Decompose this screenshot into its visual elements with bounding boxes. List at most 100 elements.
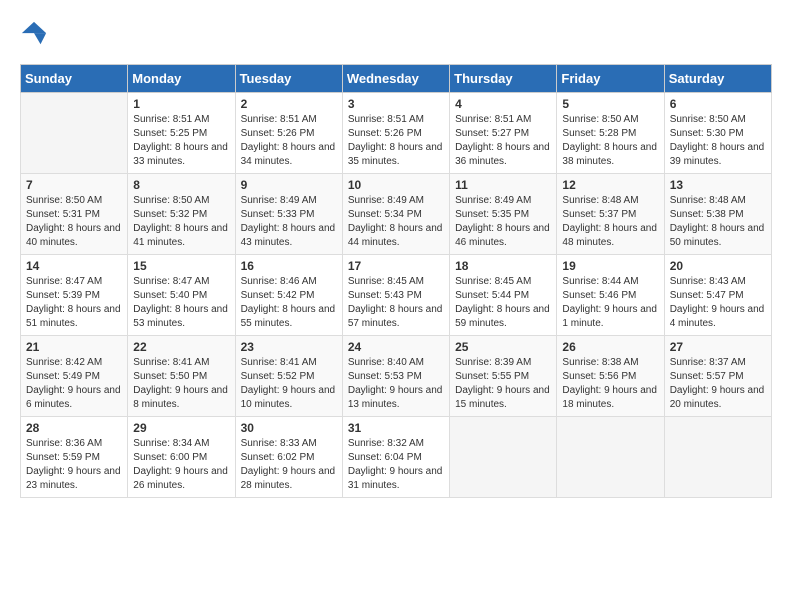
- day-info: Sunrise: 8:36 AM Sunset: 5:59 PM Dayligh…: [26, 437, 122, 493]
- calendar-cell: 17 Sunrise: 8:45 AM Sunset: 5:43 PM Dayl…: [342, 255, 449, 336]
- daylight-text: Daylight: 8 hours and 46 minutes.: [455, 223, 550, 248]
- calendar-cell: 18 Sunrise: 8:45 AM Sunset: 5:44 PM Dayl…: [450, 255, 557, 336]
- calendar-cell: 21 Sunrise: 8:42 AM Sunset: 5:49 PM Dayl…: [21, 336, 128, 417]
- daylight-text: Daylight: 9 hours and 10 minutes.: [241, 385, 336, 410]
- sunrise-text: Sunrise: 8:50 AM: [562, 114, 638, 125]
- calendar-cell: 10 Sunrise: 8:49 AM Sunset: 5:34 PM Dayl…: [342, 174, 449, 255]
- weekday-header-thursday: Thursday: [450, 65, 557, 93]
- daylight-text: Daylight: 8 hours and 57 minutes.: [348, 304, 443, 329]
- calendar-cell: 23 Sunrise: 8:41 AM Sunset: 5:52 PM Dayl…: [235, 336, 342, 417]
- daylight-text: Daylight: 9 hours and 23 minutes.: [26, 466, 121, 491]
- sunrise-text: Sunrise: 8:32 AM: [348, 438, 424, 449]
- sunset-text: Sunset: 5:38 PM: [670, 209, 744, 220]
- daylight-text: Daylight: 8 hours and 35 minutes.: [348, 142, 443, 167]
- calendar-week-row: 7 Sunrise: 8:50 AM Sunset: 5:31 PM Dayli…: [21, 174, 772, 255]
- calendar-cell: 2 Sunrise: 8:51 AM Sunset: 5:26 PM Dayli…: [235, 93, 342, 174]
- sunrise-text: Sunrise: 8:51 AM: [133, 114, 209, 125]
- sunset-text: Sunset: 5:42 PM: [241, 290, 315, 301]
- day-info: Sunrise: 8:32 AM Sunset: 6:04 PM Dayligh…: [348, 437, 444, 493]
- sunrise-text: Sunrise: 8:45 AM: [455, 276, 531, 287]
- calendar-cell: 30 Sunrise: 8:33 AM Sunset: 6:02 PM Dayl…: [235, 417, 342, 498]
- calendar-cell: 31 Sunrise: 8:32 AM Sunset: 6:04 PM Dayl…: [342, 417, 449, 498]
- sunset-text: Sunset: 5:33 PM: [241, 209, 315, 220]
- calendar-cell: 11 Sunrise: 8:49 AM Sunset: 5:35 PM Dayl…: [450, 174, 557, 255]
- sunset-text: Sunset: 5:31 PM: [26, 209, 100, 220]
- day-number: 21: [26, 340, 122, 354]
- daylight-text: Daylight: 8 hours and 38 minutes.: [562, 142, 657, 167]
- day-number: 13: [670, 178, 766, 192]
- day-info: Sunrise: 8:34 AM Sunset: 6:00 PM Dayligh…: [133, 437, 229, 493]
- sunrise-text: Sunrise: 8:33 AM: [241, 438, 317, 449]
- day-number: 24: [348, 340, 444, 354]
- day-number: 22: [133, 340, 229, 354]
- sunrise-text: Sunrise: 8:46 AM: [241, 276, 317, 287]
- sunrise-text: Sunrise: 8:34 AM: [133, 438, 209, 449]
- calendar-cell: 4 Sunrise: 8:51 AM Sunset: 5:27 PM Dayli…: [450, 93, 557, 174]
- calendar-cell: 16 Sunrise: 8:46 AM Sunset: 5:42 PM Dayl…: [235, 255, 342, 336]
- sunrise-text: Sunrise: 8:51 AM: [241, 114, 317, 125]
- sunrise-text: Sunrise: 8:50 AM: [133, 195, 209, 206]
- sunrise-text: Sunrise: 8:40 AM: [348, 357, 424, 368]
- day-number: 14: [26, 259, 122, 273]
- day-number: 9: [241, 178, 337, 192]
- calendar-cell: 9 Sunrise: 8:49 AM Sunset: 5:33 PM Dayli…: [235, 174, 342, 255]
- day-number: 11: [455, 178, 551, 192]
- day-info: Sunrise: 8:45 AM Sunset: 5:43 PM Dayligh…: [348, 275, 444, 331]
- logo-icon: [20, 20, 48, 48]
- calendar-cell: 24 Sunrise: 8:40 AM Sunset: 5:53 PM Dayl…: [342, 336, 449, 417]
- sunset-text: Sunset: 5:47 PM: [670, 290, 744, 301]
- sunrise-text: Sunrise: 8:51 AM: [455, 114, 531, 125]
- calendar-cell: [664, 417, 771, 498]
- calendar-week-row: 1 Sunrise: 8:51 AM Sunset: 5:25 PM Dayli…: [21, 93, 772, 174]
- day-info: Sunrise: 8:42 AM Sunset: 5:49 PM Dayligh…: [26, 356, 122, 412]
- daylight-text: Daylight: 9 hours and 8 minutes.: [133, 385, 228, 410]
- day-number: 31: [348, 421, 444, 435]
- sunset-text: Sunset: 5:25 PM: [133, 128, 207, 139]
- day-info: Sunrise: 8:51 AM Sunset: 5:26 PM Dayligh…: [241, 113, 337, 169]
- calendar-cell: 5 Sunrise: 8:50 AM Sunset: 5:28 PM Dayli…: [557, 93, 664, 174]
- calendar-cell: 7 Sunrise: 8:50 AM Sunset: 5:31 PM Dayli…: [21, 174, 128, 255]
- calendar-week-row: 14 Sunrise: 8:47 AM Sunset: 5:39 PM Dayl…: [21, 255, 772, 336]
- calendar-cell: 20 Sunrise: 8:43 AM Sunset: 5:47 PM Dayl…: [664, 255, 771, 336]
- weekday-header-sunday: Sunday: [21, 65, 128, 93]
- day-info: Sunrise: 8:33 AM Sunset: 6:02 PM Dayligh…: [241, 437, 337, 493]
- day-number: 6: [670, 97, 766, 111]
- day-number: 16: [241, 259, 337, 273]
- day-number: 19: [562, 259, 658, 273]
- day-info: Sunrise: 8:41 AM Sunset: 5:52 PM Dayligh…: [241, 356, 337, 412]
- day-number: 28: [26, 421, 122, 435]
- weekday-header-wednesday: Wednesday: [342, 65, 449, 93]
- sunset-text: Sunset: 5:52 PM: [241, 371, 315, 382]
- weekday-header-friday: Friday: [557, 65, 664, 93]
- sunrise-text: Sunrise: 8:43 AM: [670, 276, 746, 287]
- calendar-cell: 13 Sunrise: 8:48 AM Sunset: 5:38 PM Dayl…: [664, 174, 771, 255]
- sunrise-text: Sunrise: 8:36 AM: [26, 438, 102, 449]
- day-info: Sunrise: 8:50 AM Sunset: 5:30 PM Dayligh…: [670, 113, 766, 169]
- sunrise-text: Sunrise: 8:50 AM: [26, 195, 102, 206]
- sunset-text: Sunset: 5:57 PM: [670, 371, 744, 382]
- sunrise-text: Sunrise: 8:48 AM: [562, 195, 638, 206]
- weekday-header-monday: Monday: [128, 65, 235, 93]
- calendar-cell: 6 Sunrise: 8:50 AM Sunset: 5:30 PM Dayli…: [664, 93, 771, 174]
- day-number: 17: [348, 259, 444, 273]
- day-info: Sunrise: 8:46 AM Sunset: 5:42 PM Dayligh…: [241, 275, 337, 331]
- sunset-text: Sunset: 5:40 PM: [133, 290, 207, 301]
- sunset-text: Sunset: 5:44 PM: [455, 290, 529, 301]
- day-info: Sunrise: 8:48 AM Sunset: 5:38 PM Dayligh…: [670, 194, 766, 250]
- daylight-text: Daylight: 8 hours and 50 minutes.: [670, 223, 765, 248]
- sunrise-text: Sunrise: 8:48 AM: [670, 195, 746, 206]
- day-number: 29: [133, 421, 229, 435]
- day-info: Sunrise: 8:51 AM Sunset: 5:27 PM Dayligh…: [455, 113, 551, 169]
- daylight-text: Daylight: 8 hours and 40 minutes.: [26, 223, 121, 248]
- day-info: Sunrise: 8:47 AM Sunset: 5:39 PM Dayligh…: [26, 275, 122, 331]
- day-info: Sunrise: 8:50 AM Sunset: 5:32 PM Dayligh…: [133, 194, 229, 250]
- sunrise-text: Sunrise: 8:44 AM: [562, 276, 638, 287]
- calendar-cell: 14 Sunrise: 8:47 AM Sunset: 5:39 PM Dayl…: [21, 255, 128, 336]
- sunset-text: Sunset: 6:04 PM: [348, 452, 422, 463]
- day-info: Sunrise: 8:50 AM Sunset: 5:31 PM Dayligh…: [26, 194, 122, 250]
- day-info: Sunrise: 8:51 AM Sunset: 5:25 PM Dayligh…: [133, 113, 229, 169]
- day-number: 4: [455, 97, 551, 111]
- sunset-text: Sunset: 5:46 PM: [562, 290, 636, 301]
- daylight-text: Daylight: 9 hours and 28 minutes.: [241, 466, 336, 491]
- calendar-cell: 1 Sunrise: 8:51 AM Sunset: 5:25 PM Dayli…: [128, 93, 235, 174]
